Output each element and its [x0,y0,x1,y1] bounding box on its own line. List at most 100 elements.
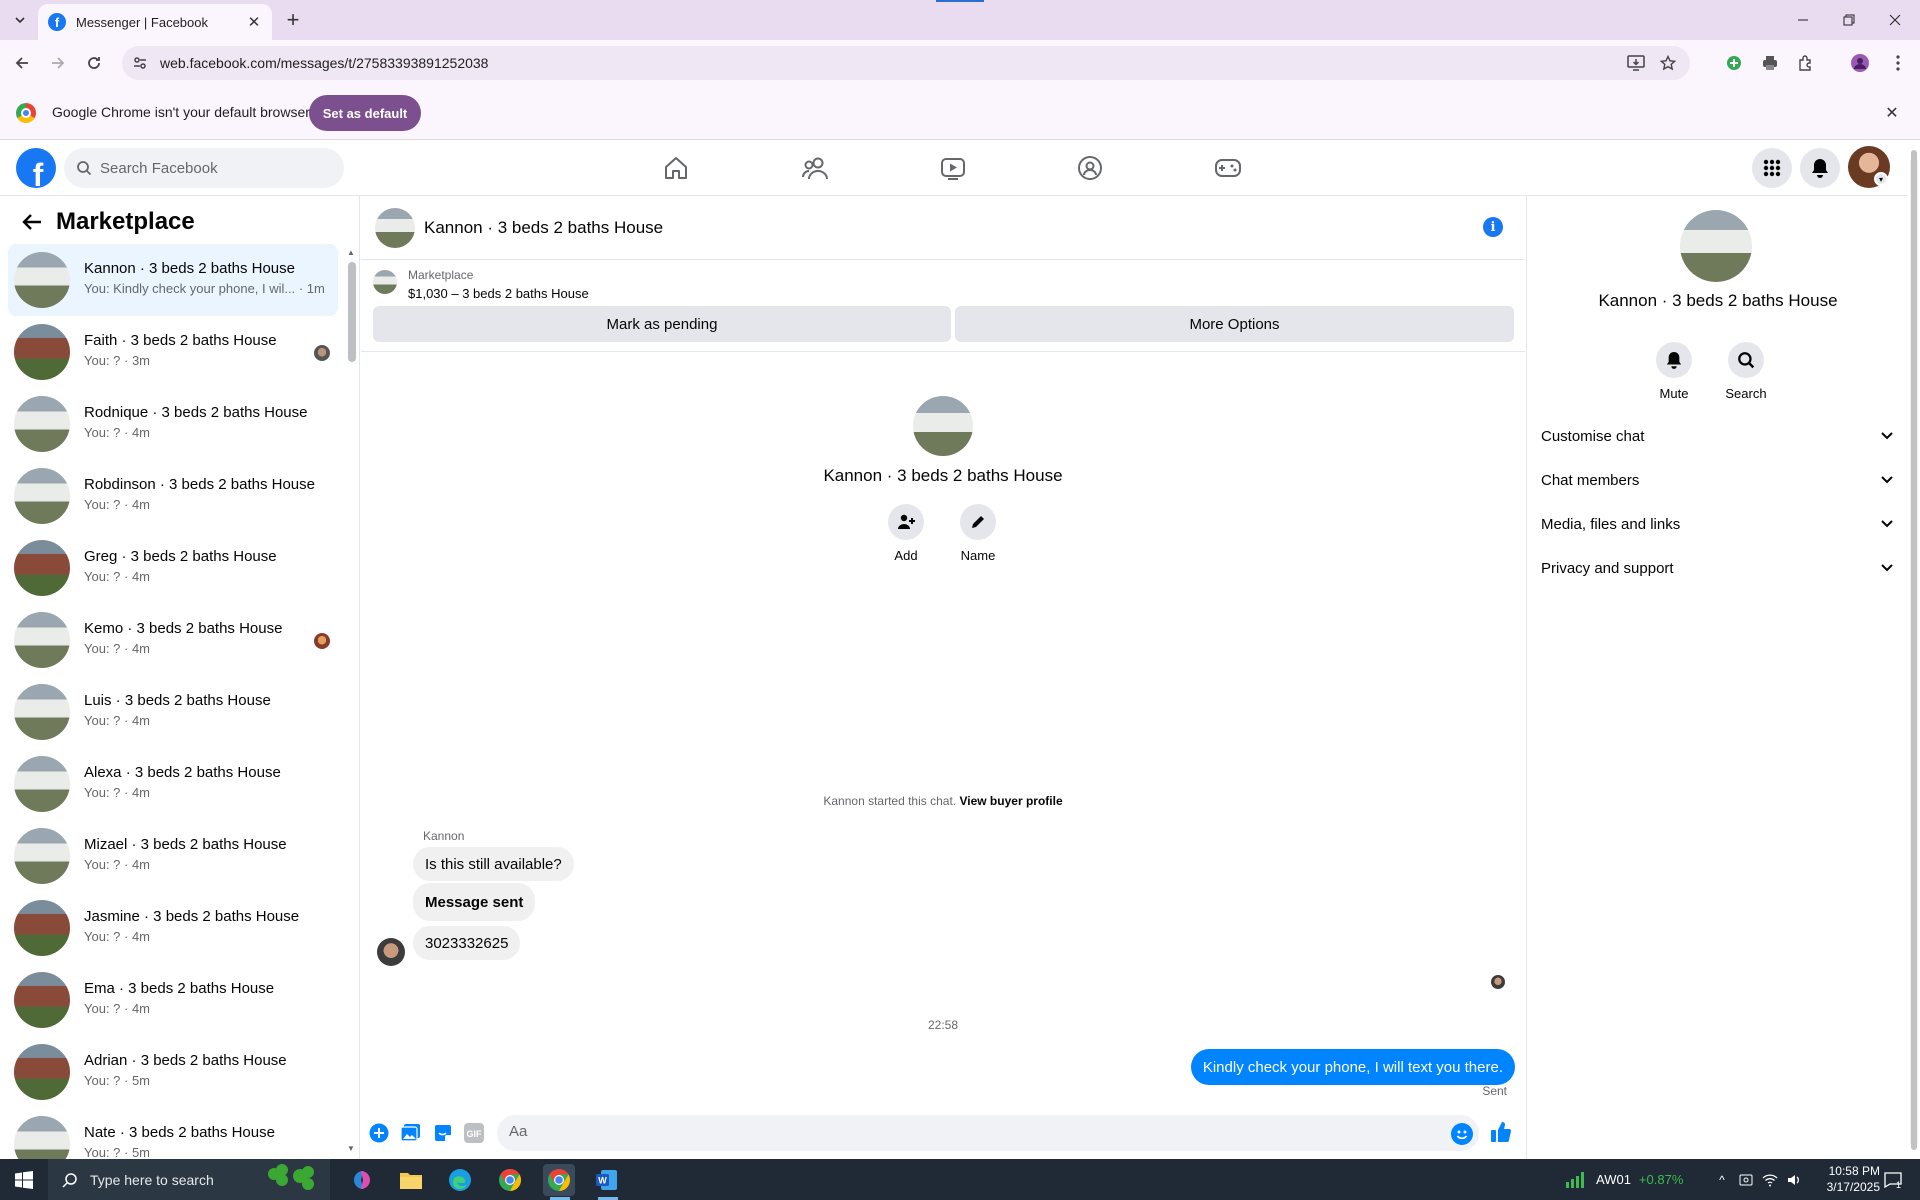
name-chat-action[interactable]: Name [948,504,1008,563]
minimize-button[interactable] [1780,0,1826,40]
install-app-icon[interactable] [1622,49,1650,77]
home-nav-icon[interactable] [658,150,694,186]
media-files-links-section[interactable]: Media, files and links [1541,508,1893,540]
site-info-icon[interactable] [126,49,154,77]
outgoing-message[interactable]: Kindly check your phone, I will text you… [1190,1049,1515,1085]
chrome-menu-icon[interactable] [1884,49,1912,77]
bell-mute-icon [1656,342,1692,378]
windows-start-icon[interactable] [8,1164,40,1196]
privacy-support-section[interactable]: Privacy and support [1541,552,1893,584]
bookmark-star-icon[interactable] [1654,49,1682,77]
conversation-preview: You: ? · 5m [84,1145,151,1159]
scroll-up-arrow[interactable]: ▲ [347,248,355,257]
sender-avatar[interactable] [377,938,405,966]
set-as-default-button[interactable]: Set as default [309,95,421,131]
customise-chat-section[interactable]: Customise chat [1541,420,1893,452]
incoming-message[interactable]: 3023332625 [413,926,521,960]
edge-app-icon[interactable] [444,1164,476,1196]
back-button[interactable] [8,49,36,77]
infobar-close-icon[interactable]: ✕ [1882,103,1902,123]
list-scrollbar[interactable] [348,262,356,362]
back-arrow-icon[interactable] [18,208,46,236]
photo-icon[interactable] [400,1122,422,1144]
scroll-down-arrow[interactable]: ▼ [347,1144,355,1153]
thumbs-up-icon[interactable] [1489,1120,1513,1144]
search-action[interactable]: Search [1716,342,1776,401]
stock-widget[interactable]: AW01 +0.87% [1564,1159,1683,1200]
listing-thumbnail[interactable] [373,270,397,294]
conversation-item[interactable]: Alexa · 3 beds 2 baths House You: ? · 4m [8,748,338,820]
extension-icon[interactable] [1720,49,1748,77]
incoming-message[interactable]: Is this still available? [413,847,574,881]
system-clock[interactable]: 10:58 PM 3/17/2025 [1800,1163,1880,1195]
wifi-icon[interactable] [1762,1172,1778,1188]
tab-close-icon[interactable]: ✕ [246,14,262,31]
chrome-active-app-icon[interactable] [543,1164,575,1196]
notifications-button[interactable] [1800,148,1840,188]
plus-actions-icon[interactable] [368,1122,390,1144]
notification-center-button[interactable]: 1 [1884,1159,1902,1200]
word-app-icon[interactable]: W [591,1164,623,1196]
chevron-down-icon [1881,520,1893,528]
mute-action[interactable]: Mute [1644,342,1704,401]
conversation-item[interactable]: Kannon · 3 beds 2 baths House You: Kindl… [8,244,338,316]
account-caret-icon[interactable]: ▾ [1874,172,1888,186]
conversation-item[interactable]: Robdinson · 3 beds 2 baths House You: ? … [8,460,338,532]
conversation-item[interactable]: Mizael · 3 beds 2 baths House You: ? · 4… [8,820,338,892]
conversation-item[interactable]: Kemo · 3 beds 2 baths House You: ? · 4m [8,604,338,676]
reload-button[interactable] [80,49,108,77]
emoji-icon[interactable] [1451,1123,1473,1145]
chat-avatar[interactable] [375,208,415,248]
profile-icon[interactable] [1846,49,1874,77]
restore-button[interactable] [1826,0,1872,40]
message-input-box[interactable] [497,1115,1479,1151]
add-member-action[interactable]: Add [876,504,936,563]
browser-toolbar: web.facebook.com/messages/t/275833938912… [0,40,1920,86]
conversation-item[interactable]: Greg · 3 beds 2 baths House You: ? · 4m [8,532,338,604]
more-options-button[interactable]: More Options [955,306,1514,342]
menu-grid-button[interactable] [1752,148,1792,188]
tab-search-button[interactable] [6,8,34,32]
chrome-app-icon[interactable] [494,1164,526,1196]
mark-as-pending-button[interactable]: Mark as pending [373,306,951,342]
conversation-item[interactable]: Luis · 3 beds 2 baths House You: ? · 4m [8,676,338,748]
close-window-button[interactable] [1872,0,1918,40]
taskbar-search-box[interactable]: Type here to search [48,1159,330,1200]
facebook-search-input[interactable] [100,159,320,177]
video-nav-icon[interactable] [935,150,971,186]
conversation-item[interactable]: Jasmine · 3 beds 2 baths House You: ? · … [8,892,338,964]
page-scrollbar-thumb[interactable] [1911,150,1917,1150]
conversation-item[interactable]: Faith · 3 beds 2 baths House You: ? · 3m [8,316,338,388]
info-icon[interactable]: i [1483,217,1503,237]
list-title: Marketplace [56,208,195,235]
facebook-search-box[interactable] [64,148,344,188]
chat-title[interactable]: Kannon · 3 beds 2 baths House [424,218,663,238]
chat-header: Kannon · 3 beds 2 baths House i [361,196,1525,260]
browser-tab[interactable]: f Messenger | Facebook ✕ [38,4,272,40]
forward-button[interactable] [44,49,72,77]
incoming-message[interactable]: Message sent [413,883,536,921]
facebook-logo-icon[interactable]: f [16,148,56,188]
printer-extension-icon[interactable] [1756,49,1784,77]
conversation-name: Luis · 3 beds 2 baths House [84,692,271,709]
extensions-puzzle-icon[interactable] [1792,49,1820,77]
conversation-item[interactable]: Nate · 3 beds 2 baths House You: ? · 5m [8,1108,338,1159]
conversation-item[interactable]: Ema · 3 beds 2 baths House You: ? · 4m [8,964,338,1036]
meet-now-icon[interactable] [1738,1172,1754,1188]
gif-icon[interactable]: GIF [463,1122,485,1144]
address-bar[interactable]: web.facebook.com/messages/t/275833938912… [122,46,1690,80]
view-buyer-profile-link[interactable]: View buyer profile [959,794,1062,808]
conversation-item[interactable]: Rodnique · 3 beds 2 baths House You: ? ·… [8,388,338,460]
groups-nav-icon[interactable] [1072,150,1108,186]
copilot-app-icon[interactable] [346,1164,378,1196]
conversation-item[interactable]: Adrian · 3 beds 2 baths House You: ? · 5… [8,1036,338,1108]
message-input[interactable] [509,1123,1409,1140]
chevron-up-icon[interactable]: ^ [1712,1173,1732,1187]
chat-members-section[interactable]: Chat members [1541,464,1893,496]
friends-nav-icon[interactable] [797,150,833,186]
new-tab-button[interactable]: + [281,7,305,32]
listing-price[interactable]: $1,030 – 3 beds 2 baths House [408,286,589,301]
sticker-icon[interactable] [432,1122,454,1144]
gaming-nav-icon[interactable] [1210,150,1246,186]
file-explorer-app-icon[interactable] [395,1164,427,1196]
